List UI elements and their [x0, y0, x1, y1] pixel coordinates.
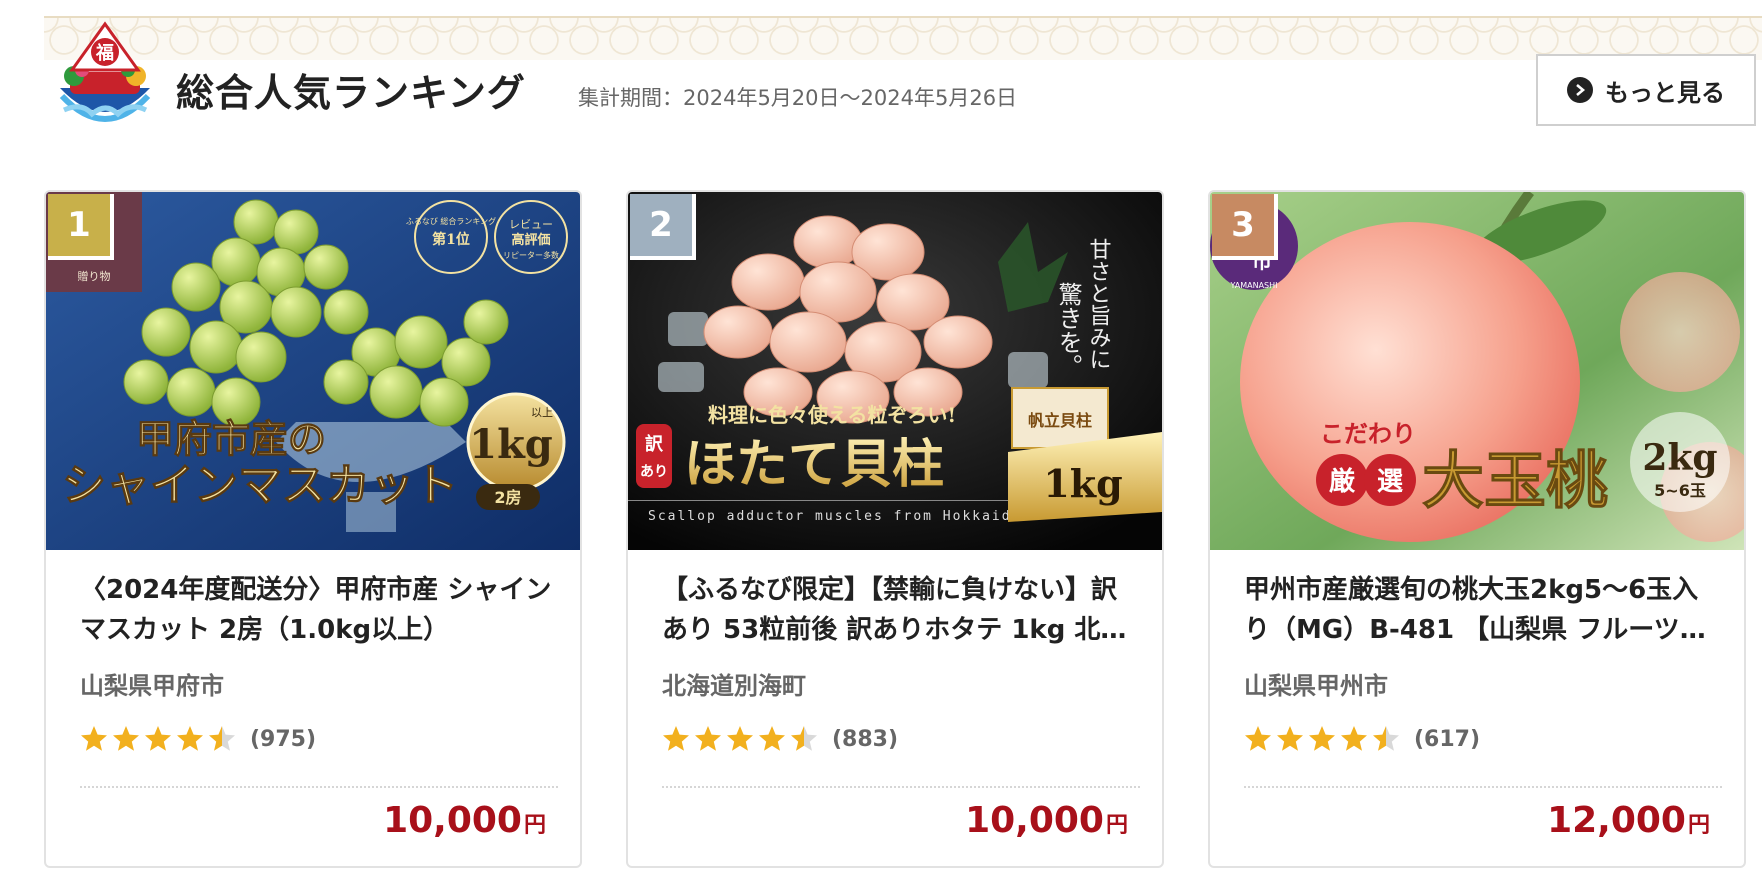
chevron-right-circle-icon — [1567, 77, 1593, 103]
star-icon — [791, 726, 817, 751]
rank-badge-2: 2 — [630, 194, 696, 260]
svg-text:レビュー: レビュー — [509, 218, 553, 231]
divider — [1244, 786, 1722, 788]
product-location: 山梨県甲府市 — [80, 672, 224, 700]
product-name[interactable]: 〈2024年度配送分〉甲府市産 シャインマスカット 2房（1.0kg以上） — [80, 570, 558, 650]
svg-text:贈り物: 贈り物 — [78, 269, 111, 283]
star-icon — [177, 726, 203, 751]
product-rating: (617) — [1244, 722, 1480, 756]
price-amount: 10,000 — [965, 800, 1104, 841]
rating-stars — [662, 725, 818, 753]
rating-stars — [1244, 725, 1400, 753]
svg-text:ふるなび 総合ランキング: ふるなび 総合ランキング — [406, 216, 496, 226]
price-amount: 12,000 — [1547, 800, 1686, 841]
star-icon — [1341, 726, 1367, 751]
product-name[interactable]: 【ふるなび限定】【禁輸に負けない】訳あり 53粒前後 訳ありホタテ 1kg 北海… — [662, 570, 1140, 650]
svg-text:YAMANASHI: YAMANASHI — [1229, 281, 1277, 290]
star-icon — [663, 726, 689, 751]
svg-text:シャインマスカット: シャインマスカット — [62, 460, 458, 511]
rating-stars — [80, 725, 236, 753]
product-rating: (975) — [80, 722, 316, 756]
price-amount: 10,000 — [383, 800, 522, 841]
product-card-2[interactable]: 2 甘さと旨みに 驚きを。 料理に色々使える粒ぞろい! 訳 あり ほたて貝柱 S… — [626, 190, 1164, 868]
rank-badge-3: 3 — [1212, 194, 1278, 260]
svg-text:福: 福 — [95, 42, 114, 64]
see-more-button[interactable]: もっと見る — [1536, 54, 1756, 126]
svg-text:甘さと旨みに: 甘さと旨みに — [1086, 238, 1111, 370]
svg-text:厳: 厳 — [1329, 466, 1356, 497]
product-card-3[interactable]: 3 州 市 YAMANASHI こだ — [1208, 190, 1746, 868]
star-icon — [1373, 726, 1399, 751]
product-card-1[interactable]: 1 贈り物 第1位 ふるなび 総合ランキング レビュー 高評価 リピーター多数 … — [44, 190, 582, 868]
svg-text:ほたて貝柱: ほたて貝柱 — [684, 434, 944, 495]
svg-text:こだわり: こだわり — [1320, 419, 1416, 448]
price-unit: 円 — [1687, 813, 1710, 838]
svg-text:料理に色々使える粒ぞろい!: 料理に色々使える粒ぞろい! — [708, 403, 956, 427]
svg-text:甲府市産の: 甲府市産の — [136, 416, 326, 461]
star-icon — [759, 726, 785, 751]
svg-text:リピーター多数: リピーター多数 — [503, 250, 559, 260]
ranking-period: 集計期間：2024年5月20日～2024年5月26日 — [578, 86, 1018, 110]
svg-text:驚きを。: 驚きを。 — [1054, 282, 1082, 378]
price-unit: 円 — [523, 813, 546, 838]
svg-text:大玉桃: 大玉桃 — [1422, 444, 1608, 517]
star-icon — [145, 726, 171, 751]
star-icon — [209, 726, 235, 751]
svg-text:1kg: 1kg — [1043, 461, 1122, 506]
product-price: 10,000 円 — [383, 800, 546, 841]
product-rating: (883) — [662, 722, 898, 756]
product-price: 10,000 円 — [965, 800, 1128, 841]
price-unit: 円 — [1105, 813, 1128, 838]
star-icon — [727, 726, 753, 751]
star-icon — [81, 726, 107, 751]
product-image-peaches[interactable]: 州 市 YAMANASHI こだわり 厳 選 大玉桃 2kg 5~6玉 — [1210, 192, 1744, 550]
product-name[interactable]: 甲州市産厳選旬の桃大玉2kg5～6玉入り（MG）B-481 【山梨県 フルーツ … — [1244, 570, 1722, 650]
ranking-title: 総合人気ランキング — [176, 71, 526, 115]
svg-text:5~6玉: 5~6玉 — [1654, 481, 1706, 500]
svg-text:第1位: 第1位 — [432, 231, 470, 248]
product-price: 12,000 円 — [1547, 800, 1710, 841]
svg-text:2房: 2房 — [494, 488, 521, 507]
divider — [80, 786, 558, 788]
lucky-boat-emblem-icon: 福 — [52, 18, 158, 142]
review-count: (617) — [1414, 726, 1481, 752]
svg-text:Scallop adductor muscles from: Scallop adductor muscles from Hokkaido — [648, 509, 1021, 524]
rank-badge-1: 1 — [48, 194, 114, 260]
svg-text:以上: 以上 — [531, 406, 553, 419]
star-icon — [1245, 726, 1271, 751]
review-count: (975) — [250, 726, 317, 752]
product-image-scallops[interactable]: 甘さと旨みに 驚きを。 料理に色々使える粒ぞろい! 訳 あり ほたて貝柱 Sca… — [628, 192, 1162, 550]
svg-text:あり: あり — [640, 464, 668, 480]
svg-text:訳: 訳 — [645, 433, 664, 455]
svg-text:高評価: 高評価 — [511, 232, 550, 248]
star-icon — [113, 726, 139, 751]
svg-text:帆立貝柱: 帆立貝柱 — [1028, 411, 1092, 430]
product-image-grapes[interactable]: 贈り物 第1位 ふるなび 総合ランキング レビュー 高評価 リピーター多数 甲府… — [46, 192, 580, 550]
svg-text:2kg: 2kg — [1642, 437, 1717, 479]
svg-text:1kg: 1kg — [469, 421, 553, 468]
star-icon — [695, 726, 721, 751]
review-count: (883) — [832, 726, 899, 752]
header-pattern-band — [44, 16, 1762, 60]
product-location: 北海道別海町 — [662, 672, 806, 700]
see-more-label: もっと見る — [1605, 78, 1725, 107]
star-icon — [1309, 726, 1335, 751]
svg-text:選: 選 — [1377, 467, 1403, 497]
product-location: 山梨県甲州市 — [1244, 672, 1388, 700]
star-icon — [1277, 726, 1303, 751]
divider — [662, 786, 1140, 788]
